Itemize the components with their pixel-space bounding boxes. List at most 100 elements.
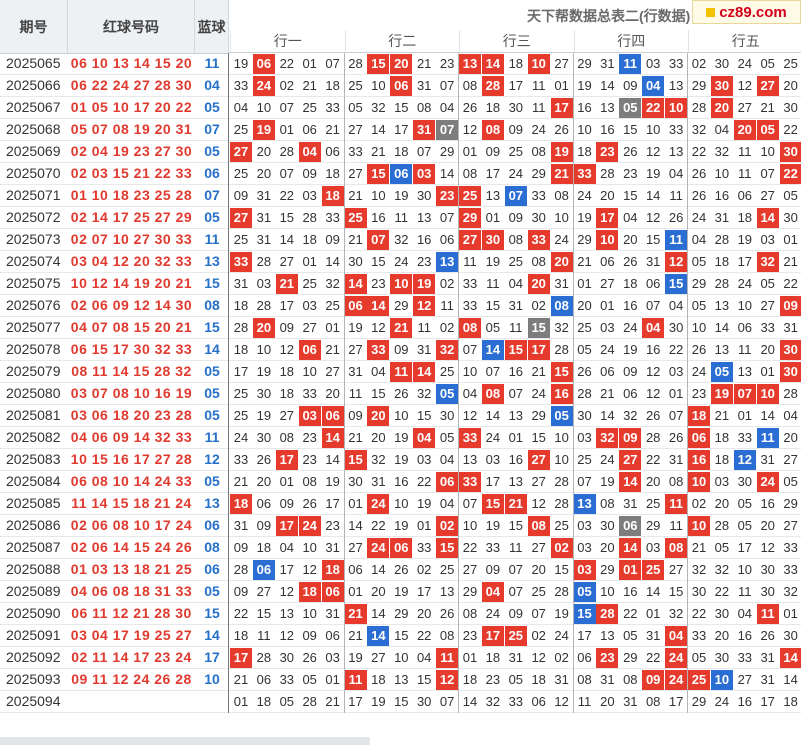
number-cell[interactable]: 08 xyxy=(551,186,573,206)
number-cell[interactable]: 33 xyxy=(322,98,344,118)
number-cell[interactable]: 30 xyxy=(505,98,527,118)
number-cell[interactable]: 01 xyxy=(505,428,527,448)
number-cell[interactable]: 18 xyxy=(253,538,275,558)
table-row[interactable]: 2025084 06 08 10 14 24 33 05 21 20 01 08 19 30 31… xyxy=(0,471,801,493)
number-cell[interactable]: 21 xyxy=(345,626,367,646)
number-cell[interactable]: 07 xyxy=(505,560,527,580)
number-cell[interactable]: 30 xyxy=(436,406,458,426)
number-cell[interactable]: 19 xyxy=(390,428,412,448)
number-cell-highlight-red[interactable]: 10 xyxy=(688,472,710,492)
number-cell[interactable]: 09 xyxy=(276,318,298,338)
number-cell-highlight-red[interactable]: 06 xyxy=(344,296,367,316)
number-cell-highlight-red[interactable]: 04 xyxy=(665,626,688,646)
number-cell[interactable]: 33 xyxy=(780,560,801,580)
number-cell[interactable]: 22 xyxy=(642,450,664,470)
number-cell-highlight-red[interactable]: 32 xyxy=(436,340,459,360)
number-cell[interactable]: 31 xyxy=(253,230,275,250)
number-cell[interactable]: 33 xyxy=(734,428,756,448)
number-cell[interactable]: 22 xyxy=(642,648,664,668)
number-cell[interactable]: 21 xyxy=(322,340,344,360)
number-cell[interactable]: 11 xyxy=(574,692,596,712)
number-cell[interactable]: 31 xyxy=(596,670,618,690)
number-cell-highlight-red[interactable]: 24 xyxy=(756,472,779,492)
number-cell[interactable]: 28 xyxy=(551,472,573,492)
number-cell-highlight-red[interactable]: 15 xyxy=(367,54,390,74)
number-cell-highlight-red[interactable]: 15 xyxy=(344,450,367,470)
number-cell[interactable]: 03 xyxy=(757,230,779,250)
number-cell[interactable]: 16 xyxy=(711,186,733,206)
number-cell[interactable]: 08 xyxy=(459,164,481,184)
number-cell-highlight-red[interactable]: 21 xyxy=(390,318,413,338)
number-cell[interactable]: 08 xyxy=(665,472,687,492)
number-cell[interactable]: 20 xyxy=(574,296,596,316)
number-cell-highlight-blu[interactable]: 07 xyxy=(504,186,527,206)
table-row[interactable]: 2025094 01 18 05 28 21 17 19 15 30 07 14 32 33 06 12 11 2… xyxy=(0,691,801,713)
number-cell[interactable]: 08 xyxy=(596,494,618,514)
number-cell-highlight-red[interactable]: 22 xyxy=(642,98,665,118)
number-cell[interactable]: 27 xyxy=(345,120,367,140)
number-cell[interactable]: 13 xyxy=(665,142,687,162)
number-cell[interactable]: 04 xyxy=(276,538,298,558)
number-cell[interactable]: 27 xyxy=(596,274,618,294)
header-red-balls[interactable]: 红球号码 xyxy=(68,0,195,53)
number-cell[interactable]: 09 xyxy=(482,560,504,580)
number-cell-highlight-red[interactable]: 30 xyxy=(779,142,801,162)
number-cell[interactable]: 18 xyxy=(322,76,344,96)
number-cell[interactable]: 31 xyxy=(665,450,687,470)
number-cell[interactable]: 15 xyxy=(528,428,550,448)
number-cell-highlight-red[interactable]: 16 xyxy=(550,384,573,404)
number-cell[interactable]: 30 xyxy=(665,318,687,338)
number-cell[interactable]: 14 xyxy=(642,186,664,206)
number-cell[interactable]: 12 xyxy=(367,318,389,338)
number-cell-highlight-red[interactable]: 14 xyxy=(779,648,801,668)
number-cell[interactable]: 05 xyxy=(619,626,641,646)
number-cell[interactable]: 18 xyxy=(482,98,504,118)
number-cell[interactable]: 29 xyxy=(459,582,481,602)
number-cell-highlight-red[interactable]: 10 xyxy=(596,230,619,250)
number-cell[interactable]: 13 xyxy=(390,670,412,690)
number-cell[interactable]: 30 xyxy=(711,648,733,668)
number-cell[interactable]: 33 xyxy=(322,208,344,228)
number-cell[interactable]: 28 xyxy=(345,54,367,74)
number-cell[interactable]: 28 xyxy=(711,516,733,536)
number-cell[interactable]: 08 xyxy=(528,252,550,272)
number-cell-highlight-red[interactable]: 20 xyxy=(710,98,733,118)
number-cell[interactable]: 27 xyxy=(459,560,481,580)
number-cell[interactable]: 21 xyxy=(780,252,801,272)
number-cell-highlight-red[interactable]: 18 xyxy=(321,186,344,206)
table-row[interactable]: 2025074 03 04 12 20 32 33 13 33 28 27 01 14 30 15… xyxy=(0,251,801,273)
number-cell[interactable]: 14 xyxy=(596,406,618,426)
number-cell[interactable]: 26 xyxy=(642,406,664,426)
number-cell[interactable]: 07 xyxy=(482,362,504,382)
number-cell-highlight-red[interactable]: 25 xyxy=(504,626,527,646)
number-cell[interactable]: 18 xyxy=(505,54,527,74)
number-cell[interactable]: 02 xyxy=(551,648,573,668)
number-cell-highlight-red[interactable]: 11 xyxy=(344,670,367,690)
number-cell[interactable]: 21 xyxy=(322,120,344,140)
number-cell[interactable]: 10 xyxy=(253,340,275,360)
number-cell[interactable]: 12 xyxy=(299,560,321,580)
number-cell[interactable]: 30 xyxy=(711,604,733,624)
number-cell[interactable]: 20 xyxy=(413,604,435,624)
number-cell[interactable]: 01 xyxy=(642,604,664,624)
number-cell[interactable]: 06 xyxy=(299,120,321,140)
number-cell[interactable]: 20 xyxy=(757,340,779,360)
number-cell[interactable]: 01 xyxy=(459,142,481,162)
number-cell-highlight-red[interactable]: 08 xyxy=(481,384,504,404)
number-cell-highlight-red[interactable]: 33 xyxy=(459,428,481,448)
table-row[interactable]: 2025077 04 07 08 15 20 21 15 28 20 09 27 01 19 12… xyxy=(0,317,801,339)
number-cell[interactable]: 08 xyxy=(642,692,664,712)
table-row[interactable]: 2025087 02 06 14 15 24 26 08 09 18 04 10 31 27 24… xyxy=(0,537,801,559)
number-cell[interactable]: 31 xyxy=(757,450,779,470)
number-cell-highlight-blu[interactable]: 10 xyxy=(710,670,733,690)
number-cell[interactable]: 01 xyxy=(757,362,779,382)
number-cell[interactable]: 16 xyxy=(642,340,664,360)
number-cell[interactable]: 27 xyxy=(780,450,801,470)
number-cell[interactable]: 05 xyxy=(505,670,527,690)
number-cell[interactable]: 03 xyxy=(642,54,664,74)
number-cell-highlight-red[interactable]: 17 xyxy=(481,626,504,646)
number-cell[interactable]: 17 xyxy=(505,76,527,96)
number-cell[interactable]: 06 xyxy=(619,384,641,404)
number-cell[interactable]: 12 xyxy=(528,494,550,514)
number-cell[interactable]: 01 xyxy=(276,472,298,492)
